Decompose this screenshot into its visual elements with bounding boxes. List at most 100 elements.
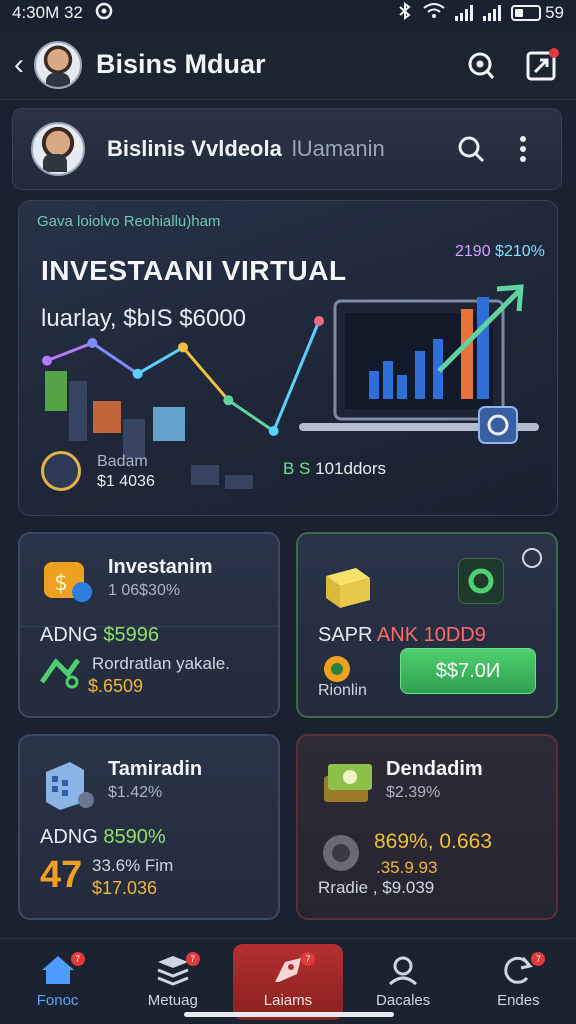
card-line1: Rionlin — [318, 682, 367, 699]
data-point — [178, 342, 188, 353]
nav-item-home[interactable]: 7 Fonoc — [3, 944, 113, 1020]
series-line-segment — [181, 346, 230, 402]
page-title: Bisins Mduar — [96, 49, 266, 79]
series-line-segment — [227, 398, 275, 433]
money-card[interactable]: Dendadim $2.39% 869%, 0.663 .35.9.93 Rra… — [296, 734, 558, 920]
card-stat: ADNG $5996 — [40, 624, 159, 647]
wifi-icon — [423, 2, 445, 24]
medal-icon — [323, 835, 359, 871]
search-icon — [458, 136, 485, 163]
savings-card[interactable]: SAPR ANK 10DD9 Rionlin $$7.0И — [296, 532, 558, 718]
profile-card[interactable]: Bislinis Vvldeola lUamanin — [12, 108, 562, 190]
big-number-icon: 47 — [40, 854, 83, 896]
card-stat-value: 8590% — [103, 826, 166, 848]
data-point — [223, 395, 234, 406]
card-title: Tamiradin — [108, 758, 203, 780]
card-stat: SAPR ANK 10DD9 — [318, 624, 486, 647]
app-bar: ‹ Bisins Mduar — [0, 30, 576, 100]
card-line2: Rradie , $9.039 — [318, 878, 435, 897]
card-line1: .35.9.93 — [376, 858, 438, 877]
series-line-segment — [91, 341, 139, 376]
signal-icon-2 — [483, 5, 502, 21]
profile-name: Bislinis Vvldeola — [107, 136, 282, 161]
more-vertical-icon — [520, 136, 526, 162]
nav-label: Endes — [497, 992, 540, 1009]
nav-item-dacales[interactable]: Dacales — [348, 944, 458, 1020]
bg-bar — [93, 401, 121, 433]
nav-label: Laiams — [263, 992, 313, 1009]
hero-title: INVESTAANI VIRTUAL — [41, 255, 347, 286]
card-stat-prefix: SAPR — [318, 624, 373, 646]
nav-badge: 7 — [300, 951, 315, 966]
profile-subtitle: lUamanin — [291, 136, 385, 161]
nav-item-laiams[interactable]: 7 Laiams — [232, 943, 343, 1020]
bg-bar — [45, 371, 67, 411]
profile-search-button[interactable] — [451, 129, 491, 169]
nav-label: Metuag — [147, 992, 198, 1009]
nav-label: Fonoc — [36, 992, 79, 1009]
data-point — [42, 355, 52, 366]
search-scan-button[interactable] — [460, 45, 500, 85]
nav-badge: 7 — [70, 951, 85, 966]
data-point — [314, 316, 324, 326]
data-point — [268, 426, 279, 436]
bg-bar — [69, 381, 87, 441]
hero-gain-a: 2190 — [455, 243, 491, 260]
invest-card[interactable]: $ Investanim 1 06$30% ADNG $5996 Rordrat… — [18, 532, 280, 718]
status-bar: 4:30M 32 59 — [0, 0, 576, 26]
card-title: Investanim — [108, 556, 213, 578]
nav-item-metuag[interactable]: 7 Metuag — [118, 944, 228, 1020]
hero-users: B S 101ddors — [283, 459, 386, 479]
compass-icon[interactable] — [522, 548, 542, 568]
nav-item-endes[interactable]: 7 Endes — [463, 944, 573, 1020]
gear-coin-icon — [324, 656, 350, 682]
bluetooth-icon — [397, 1, 413, 25]
hero-caption: Gava loiolvo Reohiallu)ham — [37, 213, 221, 230]
wallet-icon — [41, 451, 81, 491]
share-icon — [526, 47, 559, 80]
series-line-segment — [136, 346, 184, 376]
share-button[interactable] — [522, 45, 562, 85]
card-subtitle: $1.42% — [108, 784, 163, 801]
data-point — [132, 368, 143, 379]
bg-bar — [191, 465, 219, 485]
stack-icon — [157, 956, 189, 986]
nav-label: Dacales — [376, 992, 431, 1009]
user-circle-icon — [389, 956, 418, 986]
amount-button[interactable]: $$7.0И — [400, 648, 536, 694]
hero-users-value: 101ddors — [315, 459, 387, 478]
hero-amount: luarlay, $bIS $6000 — [41, 305, 247, 332]
hero-gain: 2190 $210% — [455, 243, 545, 261]
battery-level: 59 — [545, 3, 564, 22]
hero-gain-b: $210% — [495, 243, 545, 260]
battery-icon: 59 — [511, 3, 564, 23]
more-options-button[interactable] — [503, 129, 543, 169]
leaf-badge-icon — [458, 558, 504, 604]
back-icon[interactable]: ‹ — [14, 48, 28, 82]
hero-balance-label: Badam — [97, 453, 148, 470]
card-line1: Rordratlan yakale. — [92, 654, 230, 673]
building-card[interactable]: Tamiradin $1.42% ADNG 8590% 47 33.6% Fim… — [18, 734, 280, 920]
card-subtitle: $2.39% — [386, 784, 441, 801]
notification-icon — [95, 2, 113, 25]
profile-avatar — [31, 122, 85, 176]
gold-box-icon — [326, 568, 370, 608]
card-stat-value: ANK 10DD9 — [376, 624, 486, 646]
cash-stack-icon — [324, 764, 372, 802]
svg-text:$: $ — [54, 571, 68, 596]
avatar[interactable] — [34, 40, 82, 89]
bg-bar — [153, 407, 185, 441]
series-line-segment — [46, 341, 93, 362]
coin-stack-icon: $ — [44, 562, 92, 602]
status-time: 4:30M 32 — [12, 3, 83, 22]
signal-icon — [455, 5, 474, 21]
investment-hero-card[interactable]: Gava loiolvo Reohiallu)ham INVESTAANI VI… — [18, 200, 558, 516]
search-scan-icon — [468, 52, 495, 79]
card-line2: $17.036 — [92, 878, 158, 898]
bg-bar — [225, 475, 253, 489]
data-point — [87, 338, 98, 348]
rocket-icon — [274, 958, 301, 982]
status-right: 59 — [397, 1, 564, 25]
building-icon — [46, 762, 94, 810]
card-title: Dendadim — [386, 758, 483, 780]
